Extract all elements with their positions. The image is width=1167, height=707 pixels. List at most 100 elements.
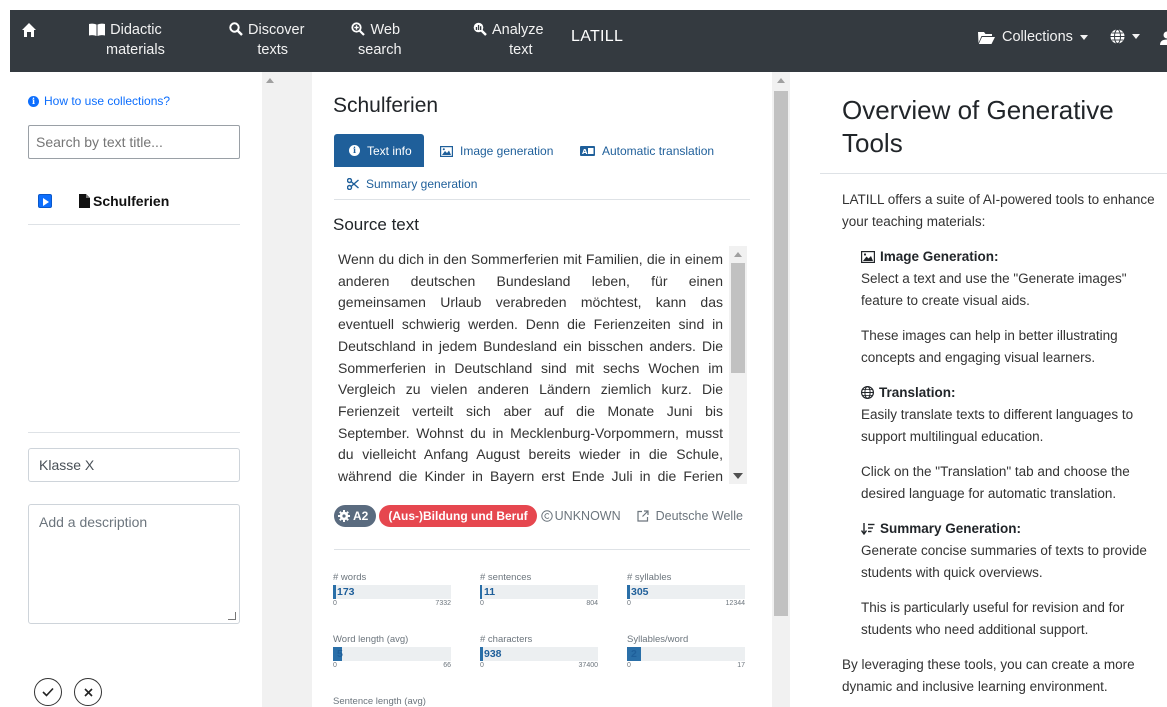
external-link-icon: [637, 510, 649, 522]
nav-didactic-materials[interactable]: Didactic materials: [86, 20, 165, 60]
stat-bar-fill: [333, 585, 336, 599]
section-heading: Summary Generation:: [880, 521, 1022, 536]
source-label: Deutsche Welle: [655, 509, 743, 523]
stat-max: 37400: [578, 662, 598, 669]
stat-value: 5: [337, 648, 343, 660]
summary-generation-section: Summary Generation: Generate concise sum…: [861, 518, 1161, 641]
resize-handle-icon[interactable]: [228, 612, 236, 620]
tabs-divider: [334, 199, 750, 200]
stat-range: 0 12344: [627, 600, 745, 607]
home-icon[interactable]: [21, 22, 37, 38]
collections-label: Collections: [1002, 29, 1073, 45]
how-to-use-collections-link[interactable]: i How to use collections?: [28, 94, 170, 108]
how-to-label: How to use collections?: [44, 94, 171, 108]
file-icon: [79, 194, 90, 208]
collections-sidebar: i How to use collections? Schulferien Kl…: [10, 72, 260, 707]
stat-bar-fill: [480, 647, 483, 661]
stat-label: # syllables: [627, 572, 672, 583]
chevron-down-icon: [1079, 34, 1088, 40]
scroll-up-arrow-icon[interactable]: [734, 252, 742, 257]
check-icon: [42, 687, 54, 697]
stat-max: 17: [737, 662, 745, 669]
left-scrollbar[interactable]: [262, 72, 279, 707]
license-info: UNKNOWN: [540, 509, 621, 523]
nav-web-search[interactable]: Web search: [350, 20, 402, 60]
chevron-down-icon: [1132, 34, 1140, 39]
language-dropdown[interactable]: [1110, 29, 1140, 44]
collection-list-item[interactable]: Schulferien: [28, 189, 240, 225]
stat-value: 305: [631, 586, 649, 598]
tab-label: Automatic translation: [602, 144, 715, 158]
tab-label: Image generation: [460, 144, 554, 158]
tab-image-generation[interactable]: Image generation: [440, 144, 553, 158]
collection-description-field[interactable]: Add a description: [28, 504, 240, 624]
tab-text-info[interactable]: i Text info: [334, 134, 424, 167]
stat-word-length: Word length (avg) 5 0 66: [333, 634, 451, 669]
stat-label: Sentence length (avg): [333, 696, 426, 707]
stat-max: 804: [586, 600, 598, 607]
stats-divider: [334, 549, 750, 550]
scroll-down-arrow-icon[interactable]: [733, 473, 743, 479]
cancel-button[interactable]: [74, 678, 102, 706]
stat-syllables-per-word: Syllables/word 2 0 17: [627, 634, 745, 669]
stat-bar-fill: [480, 585, 482, 599]
middle-scrollbar[interactable]: [772, 72, 790, 707]
brand-logo-text[interactable]: LATILL: [571, 28, 623, 46]
translate-icon: A: [580, 146, 595, 156]
nav-label: Analyze: [492, 22, 544, 38]
stat-characters: # characters 938 0 37400: [480, 634, 598, 669]
nav-label: text: [509, 42, 533, 58]
play-icon[interactable]: [38, 194, 52, 208]
source-text-heading: Source text: [333, 215, 419, 234]
section-text: Easily translate texts to different lang…: [861, 406, 1134, 444]
stat-range: 0 66: [333, 662, 451, 669]
description-placeholder: Add a description: [39, 514, 148, 530]
globe-icon: [1110, 29, 1125, 44]
tab-label: Summary generation: [366, 177, 478, 191]
overview-title: Overview of Generative Tools: [842, 95, 1114, 158]
section-heading: Image Generation:: [880, 249, 999, 264]
source-text-box[interactable]: Wenn du dich in den Sommerferien mit Fam…: [333, 246, 748, 484]
close-icon: [83, 687, 93, 697]
zoom-in-icon: [351, 22, 366, 36]
stat-label: # characters: [480, 634, 533, 645]
collections-dropdown[interactable]: Collections: [978, 29, 1088, 45]
confirm-button[interactable]: [34, 678, 62, 706]
stat-label: # sentences: [480, 572, 532, 583]
section-text: Click on the "Translation" tab and choos…: [861, 464, 1130, 502]
stat-min: 0: [627, 662, 631, 669]
gear-icon: [338, 510, 350, 522]
tab-summary-generation[interactable]: Summary generation: [347, 177, 477, 191]
nav-discover-texts[interactable]: Discover texts: [229, 20, 304, 60]
divider: [28, 432, 240, 433]
user-icon[interactable]: [1160, 31, 1167, 45]
section-text: Generate concise summaries of texts to p…: [861, 542, 1147, 580]
stat-value: 938: [484, 648, 502, 660]
source-link[interactable]: Deutsche Welle: [637, 509, 743, 523]
stat-value: 173: [337, 586, 355, 598]
stat-label: # words: [333, 572, 367, 583]
section-text: This is particularly useful for revision…: [861, 600, 1125, 638]
nav-label: texts: [257, 42, 289, 58]
tab-automatic-translation[interactable]: A Automatic translation: [580, 144, 714, 158]
nav-analyze-text[interactable]: Analyze text: [473, 20, 544, 60]
stat-range: 0 37400: [480, 662, 598, 669]
stat-bar: 305: [627, 585, 745, 599]
stat-min: 0: [480, 600, 484, 607]
scrollbar-thumb[interactable]: [774, 91, 788, 616]
collection-search-input[interactable]: [28, 125, 240, 159]
generative-tools-overview: Overview of Generative Tools LATILL offe…: [820, 72, 1167, 707]
stat-min: 0: [480, 662, 484, 669]
scrollbar-thumb[interactable]: [731, 263, 745, 373]
svg-text:A: A: [582, 148, 588, 156]
globe-icon: [861, 386, 874, 400]
source-text-scrollbar[interactable]: [729, 246, 747, 484]
scroll-up-arrow-icon[interactable]: [777, 78, 785, 83]
text-detail-panel: Schulferien i Text info Image generation…: [312, 72, 772, 707]
scroll-up-arrow-icon[interactable]: [266, 78, 274, 83]
collection-name-field[interactable]: Klasse X: [28, 448, 240, 482]
stat-bar: 11: [480, 585, 598, 599]
stat-sentence-length: Sentence length (avg): [333, 696, 533, 707]
tab-label: Text info: [367, 143, 412, 158]
source-text-content: Wenn du dich in den Sommerferien mit Fam…: [338, 251, 723, 484]
